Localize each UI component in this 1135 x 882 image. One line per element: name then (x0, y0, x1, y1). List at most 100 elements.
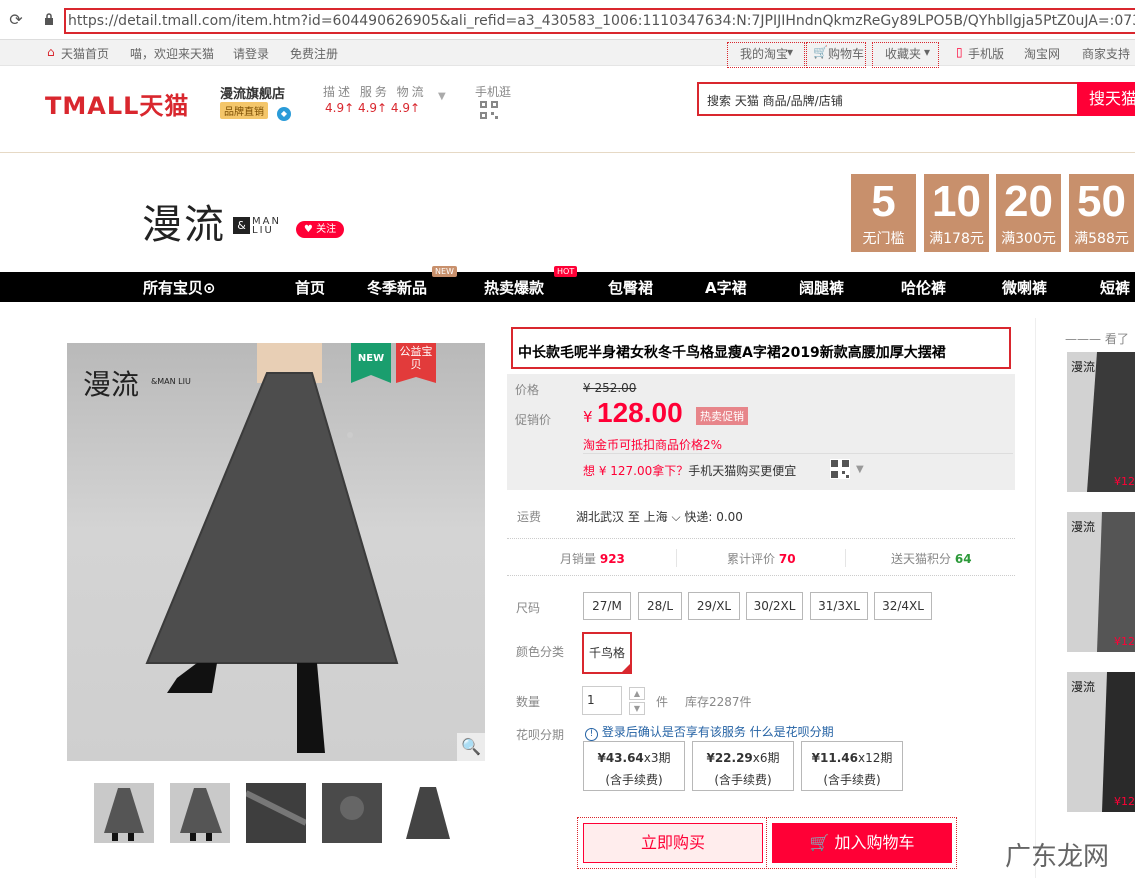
installment-option-3[interactable]: ¥43.64x3期 (含手续费) (583, 741, 685, 791)
my-taobao-link[interactable]: 我的淘宝 (740, 45, 788, 62)
mobile-link[interactable]: 手机版 (968, 45, 1004, 62)
thumbnail-5[interactable] (398, 783, 458, 843)
add-to-cart-button[interactable]: 🛒 加入购物车 (772, 823, 952, 863)
installment-help-link[interactable]: 什么是花呗分期 (750, 725, 834, 739)
add-to-cart-label: 加入购物车 (834, 833, 915, 852)
app-offer-rest: 手机天猫购买更便宜 (688, 464, 797, 478)
skirt-illustration (145, 343, 399, 753)
installment-option-12[interactable]: ¥11.46x12期 (含手续费) (801, 741, 903, 791)
size-option[interactable]: 32/4XL (874, 592, 932, 620)
category-harem[interactable]: 哈伦裤 (901, 277, 946, 298)
currency-symbol: ¥ (583, 408, 593, 426)
buy-now-button[interactable]: 立即购买 (583, 823, 763, 863)
quantity-decrease[interactable]: ▼ (629, 702, 645, 715)
size-option[interactable]: 31/3XL (810, 592, 868, 620)
tmall-logo[interactable]: TMALL天猫 (45, 86, 189, 121)
installment-amount: ¥22.29 (706, 751, 753, 765)
brand-badge: 品牌直销 (220, 102, 268, 119)
taobao-link[interactable]: 淘宝网 (1024, 45, 1060, 62)
coupon-condition: 满588元 (1074, 231, 1129, 247)
chevron-down-icon[interactable]: ▼ (438, 91, 446, 102)
app-offer-price: 想 ¥ 127.00拿下？ (583, 464, 689, 478)
qr-code-icon[interactable] (830, 459, 850, 479)
coupon-20[interactable]: 20 满300元 (996, 174, 1061, 252)
coupon-condition: 满300元 (1001, 231, 1056, 247)
category-shorts[interactable]: 短裤 (1100, 277, 1130, 298)
category-wide-leg[interactable]: 阔腿裤 (799, 277, 844, 298)
installment-plan: ¥22.29x6期 (693, 749, 793, 766)
search-input[interactable]: 搜索 天猫 商品/品牌/店铺 (707, 92, 843, 109)
size-option[interactable]: 29/XL (688, 592, 740, 620)
coupon-5[interactable]: 5 无门槛 (851, 174, 916, 252)
installment-term: x6期 (752, 751, 780, 765)
size-option[interactable]: 30/2XL (746, 592, 803, 620)
color-option-selected[interactable]: 千鸟格 (582, 632, 632, 674)
cart-link[interactable]: 购物车 (828, 45, 864, 62)
size-option[interactable]: 28/L (638, 592, 682, 620)
installment-option-6[interactable]: ¥22.29x6期 (含手续费) (692, 741, 794, 791)
quantity-label: 数量 (516, 695, 541, 709)
recommendation-item[interactable]: 漫流 (1067, 672, 1135, 812)
merchant-link[interactable]: 商家支持 (1082, 45, 1130, 62)
search-button[interactable]: 搜天猫 (1077, 82, 1135, 116)
price-divider (583, 453, 1013, 454)
installment-plan: ¥43.64x3期 (584, 749, 684, 766)
category-all[interactable]: 所有宝贝⊙ (143, 277, 216, 298)
qr-code-icon[interactable] (480, 101, 498, 119)
site-home-link[interactable]: 天猫首页 (61, 45, 109, 62)
reward-points-label: 送天猫积分 (891, 552, 952, 566)
installment-amount: ¥43.64 (597, 751, 644, 765)
chevron-down-icon[interactable]: ▼ (856, 464, 864, 475)
home-icon[interactable]: ⌂ (47, 45, 55, 59)
thumbnail-3[interactable] (246, 783, 306, 843)
recommendation-item[interactable]: 漫流 (1067, 512, 1135, 652)
zoom-icon[interactable]: 🔍 (457, 733, 485, 761)
mobile-browse-label: 手机逛 (475, 85, 512, 99)
recommendation-item[interactable]: 漫流 (1067, 352, 1135, 492)
info-icon: ! (585, 728, 598, 741)
quantity-unit: 件 (656, 695, 669, 709)
shop-logo[interactable]: 漫流 (142, 192, 226, 250)
review-count-value: 70 (778, 552, 796, 566)
url-input[interactable]: https://detail.tmall.com/item.htm?id=604… (64, 8, 1135, 34)
shipping-route[interactable]: 湖北武汉 至 上海 ⌵ 快递: 0.00 (576, 508, 743, 525)
quantity-increase[interactable]: ▲ (629, 687, 645, 700)
coupon-10[interactable]: 10 满178元 (924, 174, 989, 252)
category-flare[interactable]: 微喇裤 (1002, 277, 1047, 298)
coupon-50[interactable]: 50 满588元 (1069, 174, 1134, 252)
sidebar-divider (1035, 318, 1036, 878)
coupon-amount: 50 (1077, 177, 1126, 226)
reload-icon[interactable]: ⟳ (6, 10, 26, 30)
category-winter-new[interactable]: 冬季新品 (367, 277, 427, 298)
size-option[interactable]: 27/M (583, 592, 631, 620)
review-count[interactable]: 累计评价 70 (727, 550, 796, 567)
thumbnail-4[interactable] (322, 783, 382, 843)
shop-info-icon[interactable]: ◆ (277, 107, 291, 121)
category-a-line-skirt[interactable]: A字裙 (705, 277, 747, 298)
follow-button[interactable]: ♥ 关注 (296, 221, 344, 238)
chevron-down-icon: ▾ (924, 45, 931, 59)
category-hot-sale[interactable]: 热卖爆款 (484, 277, 544, 298)
thumbnail-1[interactable] (94, 783, 154, 843)
shop-name[interactable]: 漫流旗舰店 (220, 83, 285, 102)
image-brand-sub: &MAN LIU (151, 377, 191, 386)
category-home[interactable]: 首页 (295, 277, 325, 298)
coupon-condition: 满178元 (929, 231, 984, 247)
quantity-input[interactable]: 1 (582, 686, 622, 715)
favorites-link[interactable]: 收藏夹 (885, 45, 921, 62)
product-title-frame: 中长款毛呢半身裙女秋冬千鸟格显瘦A字裙2019新款高腰加厚大摆裙 (511, 327, 1011, 369)
register-link[interactable]: 免费注册 (290, 45, 338, 62)
thumbnail-2[interactable] (170, 783, 230, 843)
login-link[interactable]: 请登录 (233, 45, 269, 62)
promo-price-label: 促销价 (515, 413, 552, 427)
monthly-sales-value: 923 (599, 552, 625, 566)
color-option-label: 千鸟格 (588, 646, 625, 660)
category-pencil-skirt[interactable]: 包臀裙 (608, 277, 653, 298)
installment-amount: ¥11.46 (811, 751, 858, 765)
watermark: 广东龙网 (1005, 842, 1110, 872)
app-offer[interactable]: 想 ¥ 127.00拿下？手机天猫购买更便宜 (583, 462, 796, 479)
main-product-image[interactable]: 漫流 &MAN LIU NEW 公益宝贝 🔍 (67, 343, 485, 761)
promo-price: 128.00 (597, 397, 683, 428)
coupon-amount: 20 (1004, 177, 1053, 226)
recommendation-price: ¥12 (1114, 635, 1135, 648)
